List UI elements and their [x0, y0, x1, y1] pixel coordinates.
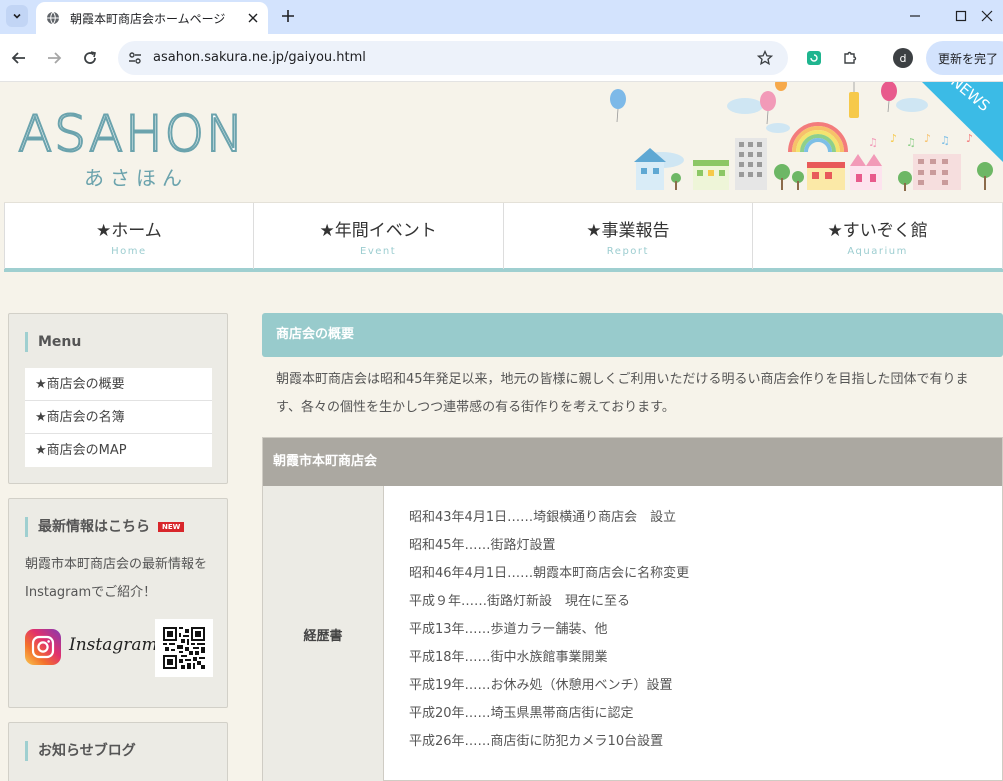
new-tab-button[interactable]	[278, 6, 298, 26]
arrow-right-icon	[48, 52, 62, 64]
history-item: 昭和43年4月1日……埼銀横通り商店会 設立	[409, 510, 677, 525]
back-button[interactable]	[8, 47, 30, 69]
svg-text:♪: ♪	[966, 132, 973, 145]
rainbow-icon	[788, 122, 848, 153]
browser-toolbar: asahon.sakura.ne.jp/gaiyou.html d 更新を完了	[0, 34, 1003, 82]
townscape-illustration: ♫ ♪ ♫ ♪ ♫ ♪ NEWS	[610, 82, 1003, 191]
news-widget: 最新情報はこちら NEW 朝霞市本町商店会の最新情報をInstagramでご紹介！…	[8, 498, 228, 708]
browser-tab-active[interactable]: 朝霞本町商店会ホームページ	[36, 2, 268, 34]
extension-icon[interactable]	[805, 49, 823, 67]
nav-event-sub: Event	[360, 246, 397, 257]
site-info-icon[interactable]	[126, 49, 144, 67]
news-description: 朝霞市本町商店会の最新情報をInstagramでご紹介！	[25, 557, 208, 600]
news-ribbon[interactable]: NEWS	[922, 82, 1003, 162]
menu-title: Menu	[25, 332, 81, 352]
history-item: 平成18年……街中水族館事業開業	[409, 650, 608, 665]
svg-text:♪: ♪	[924, 132, 931, 145]
puzzle-icon[interactable]	[841, 49, 859, 67]
nav-home[interactable]: ★ホーム Home	[4, 203, 254, 269]
nav-aquarium-sub: Aquarium	[847, 246, 908, 257]
bookmark-star-icon[interactable]	[756, 49, 774, 67]
history-item: 平成20年……埼玉県黒帯商店街に認定	[409, 706, 634, 721]
globe-icon	[46, 11, 60, 25]
logo-kana: あさほん	[84, 166, 188, 190]
menu-item-overview[interactable]: ★商店会の概要	[25, 368, 212, 401]
close-window-button[interactable]	[977, 6, 997, 26]
history-item: 平成13年……歩道カラー舗装、他	[409, 622, 608, 637]
blog-title[interactable]: お知らせブログ	[25, 741, 136, 761]
new-badge: NEW	[158, 522, 185, 532]
profile-avatar[interactable]: d	[893, 48, 913, 68]
global-nav: ★ホーム Home ★年間イベント Event ★事業報告 Report ★すい…	[4, 202, 1003, 272]
history-list: 昭和43年4月1日……埼銀横通り商店会 設立 昭和45年……街路灯設置 昭和46…	[384, 486, 689, 781]
row-label: 経歴書	[263, 486, 384, 781]
history-item: 平成19年……お休み処（休憩用ベンチ）設置	[409, 678, 673, 693]
instagram-icon[interactable]	[25, 629, 61, 665]
update-button[interactable]: 更新を完了	[926, 41, 1003, 75]
history-item: 平成９年……街路灯新設 現在に至る	[409, 594, 631, 609]
history-item: 平成26年……商店街に防犯カメラ10台設置	[409, 734, 664, 749]
tab-title: 朝霞本町商店会ホームページ	[70, 11, 226, 26]
close-icon	[981, 10, 993, 22]
blog-widget: お知らせブログ	[8, 722, 228, 781]
arrow-left-icon	[11, 52, 25, 64]
menu-item-map[interactable]: ★商店会のMAP	[25, 434, 212, 467]
forward-button[interactable]	[43, 47, 65, 69]
nav-report-label: ★事業報告	[586, 221, 670, 241]
close-tab-icon[interactable]	[246, 11, 260, 25]
chevron-down-icon	[13, 13, 21, 19]
svg-text:♫: ♫	[940, 134, 950, 147]
minimize-button[interactable]	[905, 6, 925, 26]
table-title: 朝霞市本町商店会	[263, 438, 1002, 486]
nav-event[interactable]: ★年間イベント Event	[254, 203, 504, 269]
section-title: 商店会の概要	[262, 313, 1003, 357]
news-title: 最新情報はこちら NEW	[25, 517, 185, 537]
menu-list: ★商店会の概要 ★商店会の名簿 ★商店会のMAP	[25, 368, 212, 467]
site-header: ASAHON あさほん ♫ ♪ ♫ ♪ ♫ ♪ NEWS	[0, 82, 1003, 202]
menu-widget: Menu ★商店会の概要 ★商店会の名簿 ★商店会のMAP	[8, 313, 228, 484]
maximize-button[interactable]	[951, 6, 971, 26]
nav-home-sub: Home	[111, 246, 147, 257]
nav-aquarium[interactable]: ★すいぞく館 Aquarium	[753, 203, 1003, 269]
reload-icon	[84, 51, 96, 64]
nav-report-sub: Report	[606, 246, 649, 257]
nav-report[interactable]: ★事業報告 Report	[504, 203, 754, 269]
browser-tab-strip: 朝霞本町商店会ホームページ	[0, 0, 1003, 34]
site-logo[interactable]: ASAHON あさほん	[17, 105, 246, 191]
history-item: 昭和45年……街路灯設置	[409, 538, 556, 553]
maximize-icon	[955, 10, 967, 22]
logo-text: ASAHON	[17, 105, 246, 163]
svg-text:♫: ♫	[868, 136, 878, 149]
history-item: 昭和46年4月1日……朝霞本町商店会に名称変更	[409, 566, 690, 581]
svg-text:♫: ♫	[906, 136, 916, 149]
plus-icon	[282, 10, 294, 22]
nav-event-label: ★年間イベント	[319, 221, 437, 241]
reload-button[interactable]	[79, 47, 101, 69]
address-bar[interactable]: asahon.sakura.ne.jp/gaiyou.html	[118, 41, 788, 75]
nav-home-label: ★ホーム	[96, 221, 162, 241]
url-text: asahon.sakura.ne.jp/gaiyou.html	[153, 50, 366, 65]
svg-text:♪: ♪	[890, 132, 897, 145]
history-table: 朝霞市本町商店会 経歴書 昭和43年4月1日……埼銀横通り商店会 設立 昭和45…	[262, 437, 1003, 781]
tab-search-button[interactable]	[6, 5, 28, 27]
intro-text: 朝霞本町商店会は昭和45年発足以来，地元の皆様に親しくご利用いただける明るい商店…	[276, 372, 969, 415]
table-row: 経歴書 昭和43年4月1日……埼銀横通り商店会 設立 昭和45年……街路灯設置 …	[263, 486, 1002, 781]
instagram-wordmark[interactable]: Instagram	[69, 635, 158, 655]
nav-aquarium-label: ★すいぞく館	[827, 221, 928, 241]
minimize-icon	[910, 15, 920, 17]
menu-item-roster[interactable]: ★商店会の名簿	[25, 401, 212, 434]
news-title-text: 最新情報はこちら	[38, 519, 150, 535]
qr-code-icon	[155, 619, 213, 677]
